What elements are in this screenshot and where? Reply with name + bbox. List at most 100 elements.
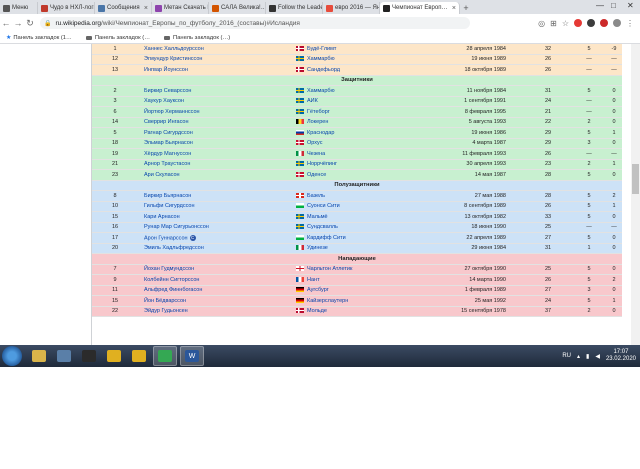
player-name-link[interactable]: Рунар Мар Сигурьонссон xyxy=(144,224,209,230)
player-name-link[interactable]: Йортюр Херманнссон xyxy=(144,109,200,115)
scrollbar-thumb[interactable] xyxy=(632,164,639,194)
club-link[interactable]: Нант xyxy=(307,277,320,283)
app-taskbar-icon-1[interactable] xyxy=(103,347,125,365)
goals-count: 3 xyxy=(572,138,606,149)
club-link[interactable]: Кайзерслаутерн xyxy=(307,298,348,304)
club-cell: Мольде xyxy=(296,306,416,317)
club-link[interactable]: Мольде xyxy=(307,308,327,314)
player-name-link[interactable]: Эгмундур Кристинссон xyxy=(144,56,202,62)
profile-avatar-icon[interactable] xyxy=(613,19,621,27)
new-tab-button[interactable]: + xyxy=(460,2,472,14)
browser-tab-6[interactable]: евро 2016 — Янд…× xyxy=(323,2,380,14)
browser-tab-2[interactable]: Сообщения × xyxy=(95,2,152,14)
extension-icon-red[interactable] xyxy=(574,19,582,27)
club-link[interactable]: Локерен xyxy=(307,119,328,125)
network-icon[interactable]: ▮ xyxy=(586,353,589,360)
club-link[interactable]: Кардифф Сити xyxy=(307,235,346,241)
menu-icon[interactable]: ⋮ xyxy=(626,19,634,28)
player-name-link[interactable]: Ари Скуласон xyxy=(144,172,180,178)
tab-close-icon[interactable]: × xyxy=(452,5,456,12)
club-link[interactable]: Чезена xyxy=(307,151,325,157)
maximize-button[interactable]: □ xyxy=(611,1,616,10)
explorer-taskbar-icon[interactable] xyxy=(28,347,50,365)
browser-tab-5[interactable]: Follow the Leader…× xyxy=(266,2,323,14)
wales-flag-icon xyxy=(296,203,304,209)
club-link[interactable]: АИК xyxy=(307,98,318,104)
player-name-link[interactable]: Рагнар Сигурдссон xyxy=(144,130,193,136)
olympic-taskbar-icon[interactable] xyxy=(78,347,100,365)
media-taskbar-icon[interactable] xyxy=(53,347,75,365)
player-name-link[interactable]: Гильфи Сигурдссон xyxy=(144,203,194,209)
player-name-link[interactable]: Колбейнн Сигторссон xyxy=(144,277,199,283)
player-name-link[interactable]: Арнор Траустасон xyxy=(144,161,190,167)
tab-label: Follow the Leader… xyxy=(278,5,322,11)
volume-icon[interactable]: ◀ xyxy=(595,353,600,360)
club-link[interactable]: Краснодар xyxy=(307,130,334,136)
player-name-link[interactable]: Ингвар Йоунссон xyxy=(144,67,188,73)
player-name-link[interactable]: Альфред Финнбогасон xyxy=(144,287,202,293)
start-button[interactable] xyxy=(2,346,22,366)
club-link[interactable]: Оденсе xyxy=(307,172,326,178)
browser-tab-4[interactable]: САЛА Велика!…× xyxy=(209,2,266,14)
player-name-link[interactable]: Йохан Гудмундссон xyxy=(144,266,194,272)
translate-icon[interactable]: ⊞ xyxy=(550,19,557,28)
bookmark-item-3[interactable]: Панель закладок (…) xyxy=(164,35,230,41)
tab-favicon-icon xyxy=(383,4,390,12)
language-indicator[interactable]: RU xyxy=(562,353,571,359)
player-name-link[interactable]: Эмиль Хадльфредссон xyxy=(144,245,204,251)
club-link[interactable]: Мальмё xyxy=(307,214,328,220)
tray-arrow-icon[interactable]: ▴ xyxy=(577,353,580,360)
adblock-icon[interactable] xyxy=(600,19,608,27)
browser-tab-7[interactable]: Чемпионат Европ… × xyxy=(380,2,460,14)
player-name-link[interactable]: Эйдур Гудьонсен xyxy=(144,308,188,314)
player-name-link[interactable]: Эльмар Бьярнасон xyxy=(144,140,193,146)
bookmark-star-icon[interactable]: ☆ xyxy=(562,19,569,28)
word-taskbar-icon[interactable]: W xyxy=(180,346,204,366)
player-name-link[interactable]: Хаукур Хауксон xyxy=(144,98,184,104)
close-window-button[interactable]: ✕ xyxy=(627,1,634,10)
player-name-link[interactable]: Ханнес Халльдоурссон xyxy=(144,46,204,52)
bookmark-item-2[interactable]: Панель закладок (… xyxy=(85,35,150,41)
player-name-link[interactable]: Биркир Бьярнасон xyxy=(144,193,191,199)
birth-date: 14 мая 1987 xyxy=(416,169,524,181)
club-link[interactable]: Суонси Сити xyxy=(307,203,340,209)
sweden-flag-icon xyxy=(296,87,304,93)
player-name-link[interactable]: Биркир Севарссон xyxy=(144,88,191,94)
browser-tab-0[interactable]: Меню xyxy=(0,2,38,14)
browser-tab-3[interactable]: Метан Скачать Н…× xyxy=(152,2,209,14)
club-link[interactable]: Сандефьорд xyxy=(307,67,340,73)
extension-icon-dark[interactable] xyxy=(587,19,595,27)
player-name-link[interactable]: Йон Бёдварссон xyxy=(144,298,186,304)
player-name-link[interactable]: Сверрир Ингасон xyxy=(144,119,189,125)
club-link[interactable]: Удинезе xyxy=(307,245,328,251)
url-input[interactable]: 🔒 ru.wikipedia.org /wiki/Чемпионат_Европ… xyxy=(40,17,470,29)
club-link[interactable]: Сундсвалль xyxy=(307,224,338,230)
player-name-link[interactable]: Арон Гуннарссон xyxy=(144,235,188,241)
table-row: 6 Йортюр Херманнссон Гётеборг 8 февраля 199… xyxy=(92,106,622,118)
screenshot-icon[interactable]: ◎ xyxy=(538,19,545,28)
club-link[interactable]: Будё-Глимт xyxy=(307,46,336,52)
chrome-taskbar-icon[interactable] xyxy=(153,346,177,366)
player-name-link[interactable]: Кари Арнасон xyxy=(144,214,180,220)
browser-tab-1[interactable]: Чудо в НХЛ-логичс…× xyxy=(38,2,95,14)
bookmark-item-1[interactable]: ★ Панель закладок (1… xyxy=(6,34,72,42)
club-cell: Норрчёпинг xyxy=(296,159,416,170)
club-link[interactable]: Гётеборг xyxy=(307,109,330,115)
tab-close-icon[interactable]: × xyxy=(144,5,148,12)
page-scrollbar[interactable] xyxy=(631,44,640,345)
club-link[interactable]: Чарльтон Атлетик xyxy=(307,266,352,272)
club-link[interactable]: Норрчёпинг xyxy=(307,161,337,167)
taskbar-glyph xyxy=(32,350,46,362)
back-icon[interactable]: ← xyxy=(0,18,12,28)
club-link[interactable]: Хаммарбю xyxy=(307,88,335,94)
player-name-link[interactable]: Хёрдур Магнуссон xyxy=(144,151,191,157)
minimize-button[interactable]: — xyxy=(596,1,604,10)
clock[interactable]: 17:07 23.02.2020 xyxy=(606,349,636,363)
forward-icon[interactable]: → xyxy=(12,18,24,28)
club-link[interactable]: Орхус xyxy=(307,140,322,146)
club-link[interactable]: Хаммарбю xyxy=(307,56,335,62)
club-link[interactable]: Аугсбург xyxy=(307,287,329,293)
app-taskbar-icon-2[interactable] xyxy=(128,347,150,365)
reload-icon[interactable]: ↻ xyxy=(24,18,36,29)
club-link[interactable]: Базель xyxy=(307,193,325,199)
